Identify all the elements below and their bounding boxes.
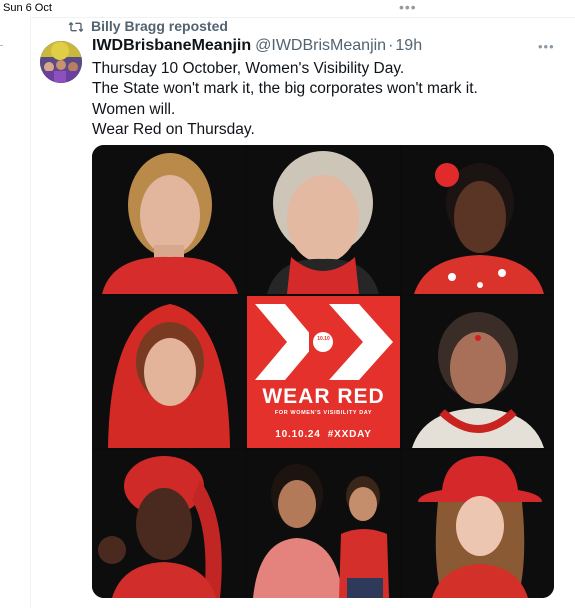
tweet-text: Thursday 10 October, Women's Visibility … xyxy=(92,59,552,140)
tweet-line: The State won't mark it, the big corpora… xyxy=(92,80,478,98)
poster-footer: 10.10.24 #XXDAY xyxy=(275,429,372,440)
photo-woman-red-headwrap xyxy=(92,450,245,598)
author-display-name[interactable]: IWDBrisbaneMeanjin xyxy=(92,37,251,55)
tweet-timestamp[interactable]: 19h xyxy=(395,37,422,55)
photo-woman-red-hat xyxy=(402,450,554,598)
separator-dot: · xyxy=(388,37,394,54)
tweet-more-icon[interactable]: ••• xyxy=(538,39,555,54)
poster-title: WEAR RED xyxy=(262,385,385,408)
tweet-media-image[interactable]: 10.10 WEAR RED FOR WOMEN'S VISIBILITY DA… xyxy=(92,145,554,598)
tweet-line: Wear Red on Thursday. xyxy=(92,120,255,138)
tweet-header: IWDBrisbaneMeanjin @IWDBrisMeanjin · 19h xyxy=(92,37,422,55)
avatar[interactable] xyxy=(40,41,82,83)
photo-woman-elder-necklace xyxy=(402,296,554,448)
tweet-line: Thursday 10 October, Women's Visibility … xyxy=(92,60,405,77)
photo-woman-blonde xyxy=(92,145,245,294)
repost-indicator[interactable]: Billy Bragg reposted xyxy=(68,18,228,34)
divider xyxy=(0,45,3,46)
photo-woman-grey-hair xyxy=(247,145,400,294)
repost-icon xyxy=(68,21,84,33)
photo-woman-red-flower xyxy=(402,145,554,294)
poster-subtitle: FOR WOMEN'S VISIBILITY DAY xyxy=(274,410,373,416)
photo-mother-child xyxy=(247,450,400,598)
poster-logo-text: 10.10 xyxy=(317,336,330,342)
repost-label: Billy Bragg reposted xyxy=(91,18,228,34)
avatar-image xyxy=(40,41,82,83)
photo-woman-red-hood xyxy=(92,296,245,448)
author-handle[interactable]: @IWDBrisMeanjin xyxy=(255,37,386,55)
tweet-line: Women will. xyxy=(92,100,176,118)
more-options-icon[interactable]: ••• xyxy=(399,0,417,15)
status-date: Sun 6 Oct xyxy=(3,2,52,14)
wear-red-poster: 10.10 WEAR RED FOR WOMEN'S VISIBILITY DA… xyxy=(247,296,400,448)
